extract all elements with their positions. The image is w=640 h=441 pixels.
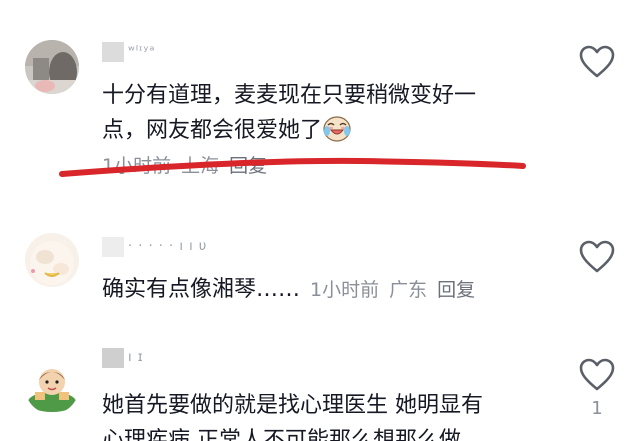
- comment-item: · · · · · ı ı υ 确实有点像湘琴…… 1小时前 广东 回复: [0, 225, 640, 325]
- username[interactable]: · · · · · ı ı υ: [102, 237, 207, 257]
- comment-text-line: 她首先要做的就是找心理医生 她明显有: [102, 393, 483, 418]
- username-text: ı ɪ: [128, 350, 144, 365]
- like-button[interactable]: [578, 358, 616, 392]
- heart-outline-icon: [579, 45, 615, 78]
- avatar[interactable]: [25, 40, 79, 94]
- username[interactable]: ı ɪ: [102, 348, 144, 368]
- comment-location: 上海: [181, 155, 220, 177]
- comment-text: 十分有道理，麦麦现在只要稍微变好一 点，网友都会很爱她了: [102, 78, 476, 148]
- comment-text-line: 心理疾病 正常人不可能那么想那么做: [102, 428, 461, 441]
- username-text: · · · · · ı ı υ: [128, 239, 208, 254]
- comment-text-line: 确实有点像湘琴……: [102, 277, 301, 302]
- comment-text-line: 十分有道理，麦麦现在只要稍微变好一: [102, 83, 477, 108]
- comment-item: ʷᴵᶦʸᵃ 十分有道理，麦麦现在只要稍微变好一 点，网友都会很爱她了 1小时前上…: [0, 0, 640, 180]
- comment-meta: 1小时前 广东 回复: [310, 279, 475, 301]
- heart-outline-icon: [579, 358, 615, 391]
- username-text: ʷᴵᶦʸᵃ: [128, 44, 156, 59]
- heart-outline-icon: [579, 240, 615, 273]
- username-mosaic: [102, 237, 124, 257]
- username-mosaic: [102, 348, 124, 368]
- comment-list: ʷᴵᶦʸᵃ 十分有道理，麦麦现在只要稍微变好一 点，网友都会很爱她了 1小时前上…: [0, 0, 640, 441]
- avatar[interactable]: [25, 233, 79, 287]
- comment-text: 她首先要做的就是找心理医生 她明显有 心理疾病 正常人不可能那么想那么做: [102, 388, 483, 441]
- like-count: 1: [591, 398, 603, 419]
- comment-item: ı ɪ 她首先要做的就是找心理医生 她明显有 心理疾病 正常人不可能那么想那么做…: [0, 340, 640, 441]
- comment-text-part: 点，网友都会很爱她了: [102, 118, 323, 143]
- comment-time: 1小时前: [310, 279, 380, 301]
- comment-text-line: 点，网友都会很爱她了: [102, 113, 476, 148]
- comment-location: 广东: [389, 279, 428, 301]
- comment-text: 确实有点像湘琴…… 1小时前 广东 回复: [102, 272, 475, 308]
- comment-meta: 1小时前 上海 回复: [102, 153, 267, 179]
- avatar[interactable]: [25, 360, 79, 414]
- crying-laughing-emoji-icon: [323, 116, 351, 142]
- reply-button[interactable]: 回复: [229, 155, 267, 177]
- like-button[interactable]: [578, 240, 616, 274]
- username[interactable]: ʷᴵᶦʸᵃ: [102, 42, 155, 62]
- username-mosaic: [102, 42, 124, 62]
- like-button[interactable]: [578, 45, 616, 79]
- comment-time: 1小时前: [102, 155, 172, 177]
- reply-button[interactable]: 回复: [437, 279, 475, 301]
